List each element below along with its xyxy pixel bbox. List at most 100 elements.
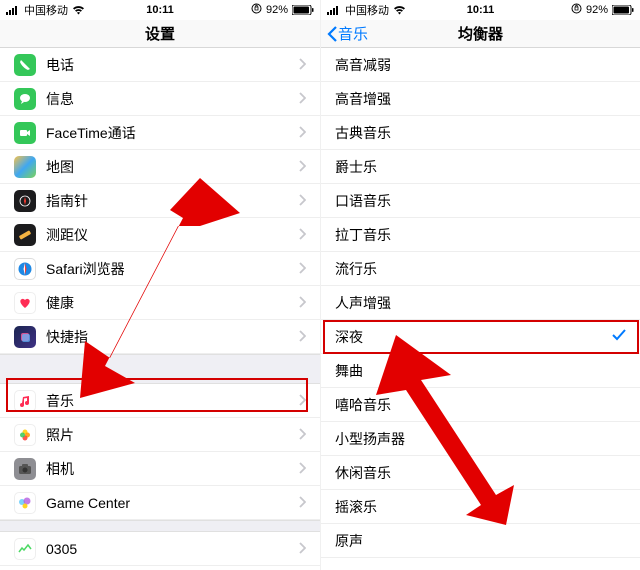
row-label: 健康 [46,293,298,313]
eq-row[interactable]: 爵士乐 [321,150,640,184]
settings-row-music[interactable]: 音乐 [0,384,320,418]
eq-row[interactable]: 人声增强 [321,286,640,320]
signal-icon [327,5,341,15]
maps-icon [14,156,36,178]
chevron-right-icon [298,427,306,443]
settings-row-0305[interactable]: 0305 [0,532,320,566]
eq-row[interactable]: 口语音乐 [321,184,640,218]
chevron-right-icon [298,159,306,175]
app-icon [14,538,36,560]
row-label: 地图 [46,157,298,177]
row-label: 流行乐 [335,259,626,279]
checkmark-icon [612,328,626,346]
settings-row-gamecenter[interactable]: Game Center [0,486,320,520]
row-label: 古典音乐 [335,123,626,143]
eq-row[interactable]: 高音减弱 [321,48,640,82]
row-label: 原声 [335,531,626,551]
orientation-lock-icon [571,3,582,17]
equalizer-list[interactable]: 高音减弱 高音增强 古典音乐 爵士乐 口语音乐 拉丁音乐 流行乐 人声增强 深夜… [321,48,640,570]
row-label: 照片 [46,425,298,445]
row-label: 电话 [46,55,298,75]
row-label: 爵士乐 [335,157,626,177]
row-label: 相机 [46,459,298,479]
back-button[interactable]: 音乐 [327,20,368,47]
settings-row-shortcuts[interactable]: 快捷指 [0,320,320,354]
battery-icon [292,5,314,15]
nav-bar: 音乐 均衡器 [321,20,640,48]
eq-row[interactable]: 小型扬声器 [321,422,640,456]
page-title: 均衡器 [458,23,503,44]
gamecenter-icon [14,492,36,514]
settings-row-photos[interactable]: 照片 [0,418,320,452]
chevron-right-icon [298,125,306,141]
chevron-right-icon [298,261,306,277]
eq-row[interactable]: 原声 [321,524,640,558]
row-label: 深夜 [335,327,612,347]
chevron-right-icon [298,57,306,73]
chevron-right-icon [298,227,306,243]
message-icon [14,88,36,110]
chevron-right-icon [298,193,306,209]
chevron-right-icon [298,495,306,511]
eq-row[interactable]: 拉丁音乐 [321,218,640,252]
chevron-right-icon [298,541,306,557]
row-label: 信息 [46,89,298,109]
settings-list[interactable]: 电话 信息 FaceTime通话 地图 指南针 [0,48,320,570]
row-label: 高音增强 [335,89,626,109]
status-bar: 中国移动 10:11 92% [321,0,640,20]
settings-row-compass[interactable]: 指南针 [0,184,320,218]
settings-row-camera[interactable]: 相机 [0,452,320,486]
battery-percent: 92% [586,4,608,16]
facetime-icon [14,122,36,144]
back-label: 音乐 [338,23,368,44]
nav-bar: 设置 [0,20,320,48]
row-label: 小型扬声器 [335,429,626,449]
eq-row[interactable]: 高音增强 [321,82,640,116]
section-separator [0,354,320,384]
camera-icon [14,458,36,480]
phone-icon [14,54,36,76]
settings-row-facetime[interactable]: FaceTime通话 [0,116,320,150]
row-label: 指南针 [46,191,298,211]
carrier-label: 中国移动 [24,2,68,18]
settings-row-health[interactable]: 健康 [0,286,320,320]
battery-percent: 92% [266,4,288,16]
section-separator [0,520,320,532]
orientation-lock-icon [251,3,262,17]
compass-icon [14,190,36,212]
row-label: 口语音乐 [335,191,626,211]
eq-row[interactable]: 舞曲 [321,354,640,388]
battery-icon [612,5,634,15]
health-icon [14,292,36,314]
row-label: 嘻哈音乐 [335,395,626,415]
settings-row-messages[interactable]: 信息 [0,82,320,116]
carrier-label: 中国移动 [345,2,389,18]
row-label: 摇滚乐 [335,497,626,517]
row-label: 舞曲 [335,361,626,381]
settings-row-phone[interactable]: 电话 [0,48,320,82]
status-time: 10:11 [146,4,174,16]
chevron-right-icon [298,393,306,409]
row-label: 休闲音乐 [335,463,626,483]
chevron-right-icon [298,461,306,477]
eq-row-late-night[interactable]: 深夜 [321,320,640,354]
row-label: Game Center [46,495,298,511]
eq-row[interactable]: 休闲音乐 [321,456,640,490]
eq-row[interactable]: 嘻哈音乐 [321,388,640,422]
row-label: 音乐 [46,391,298,411]
row-label: 测距仪 [46,225,298,245]
settings-row-measure[interactable]: 测距仪 [0,218,320,252]
equalizer-screen: 中国移动 10:11 92% 音乐 均衡器 [320,0,640,570]
status-bar: 中国移动 10:11 92% [0,0,320,20]
row-label: FaceTime通话 [46,123,298,143]
eq-row[interactable]: 古典音乐 [321,116,640,150]
settings-screen: 中国移动 10:11 92% 设置 电话 [0,0,320,570]
eq-row[interactable]: 摇滚乐 [321,490,640,524]
settings-row-maps[interactable]: 地图 [0,150,320,184]
settings-row-safari[interactable]: Safari浏览器 [0,252,320,286]
music-icon [14,390,36,412]
photos-icon [14,424,36,446]
row-label: 快捷指 [46,327,298,347]
eq-row[interactable]: 流行乐 [321,252,640,286]
wifi-icon [72,6,85,15]
